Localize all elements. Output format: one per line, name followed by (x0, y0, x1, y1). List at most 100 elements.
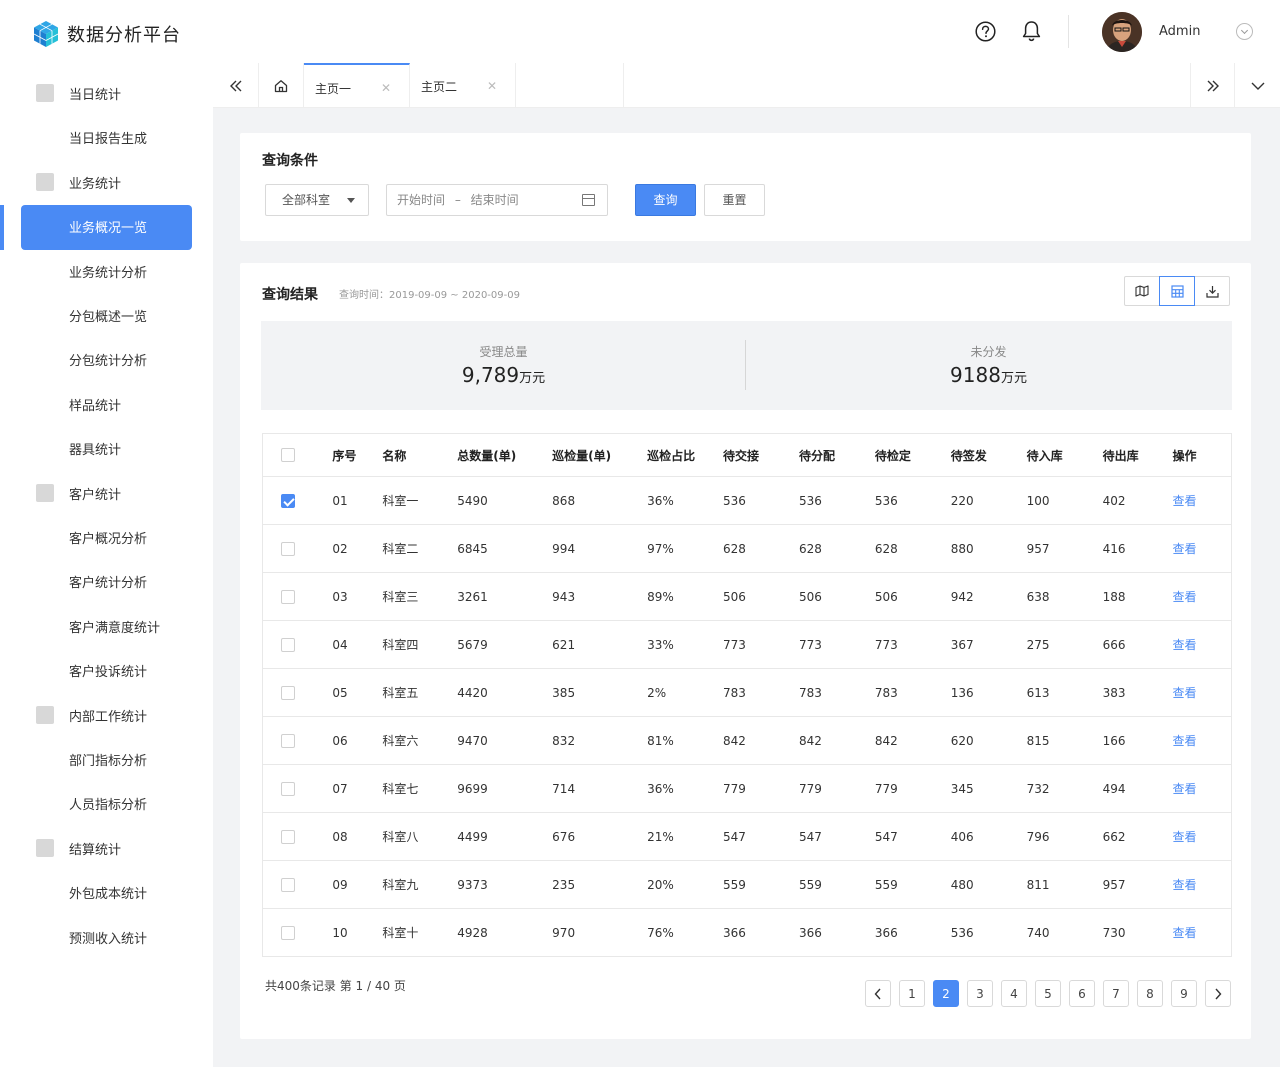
table-row: 04 科室四 5679 621 33% 773 773 773 367 275 666 查看 (262, 620, 1232, 669)
help-icon[interactable] (975, 21, 996, 42)
date-range-picker[interactable]: 开始时间 – 结束时间 (386, 184, 608, 216)
sidebar-item[interactable]: 业务概况一览 (0, 204, 213, 248)
row-checkbox[interactable] (281, 829, 295, 844)
user-menu-chevron-icon[interactable] (1236, 23, 1253, 40)
view-link[interactable]: 查看 (1172, 590, 1196, 604)
sidebar-item[interactable]: 当日报告生成 (0, 115, 213, 159)
table-cell: 416 (1102, 524, 1173, 573)
scroll-tabs-right-button[interactable] (1190, 63, 1235, 108)
user-name[interactable]: Admin (1159, 24, 1200, 39)
row-checkbox[interactable] (281, 877, 295, 892)
table-cell: 366 (723, 908, 799, 957)
view-link[interactable]: 查看 (1172, 734, 1196, 748)
sidebar-item-label: 部门指标分析 (69, 753, 148, 769)
query-button[interactable]: 查询 (635, 184, 696, 216)
next-page-button[interactable] (1205, 980, 1231, 1007)
collapse-sidebar-button[interactable] (213, 63, 259, 108)
prev-page-button[interactable] (865, 980, 891, 1007)
table-cell: 559 (798, 860, 875, 909)
table-view-button[interactable] (1159, 276, 1195, 306)
sidebar-item[interactable]: 外包成本统计 (0, 870, 213, 914)
select-all-checkbox[interactable] (281, 448, 295, 463)
date-end-input[interactable]: 结束时间 (471, 193, 519, 207)
sidebar-item[interactable]: 内部工作统计 (0, 693, 213, 737)
cube-logo-icon (33, 21, 59, 47)
close-icon[interactable]: ✕ (381, 81, 391, 95)
page-button[interactable]: 5 (1035, 980, 1061, 1007)
row-checkbox[interactable] (281, 685, 295, 700)
view-link[interactable]: 查看 (1172, 638, 1196, 652)
row-checkbox[interactable] (281, 733, 295, 748)
row-action-cell: 查看 (1172, 860, 1232, 909)
page-button[interactable]: 8 (1137, 980, 1163, 1007)
table-row: 03 科室三 3261 943 89% 506 506 506 942 638 188 查看 (262, 572, 1232, 621)
table-row: 07 科室七 9699 714 36% 779 779 779 345 732 494 查看 (262, 764, 1232, 813)
sidebar-item[interactable]: 业务统计分析 (0, 249, 213, 293)
row-checkbox[interactable] (281, 637, 295, 652)
table-cell: 20% (647, 860, 724, 909)
column-header: 名称 (382, 433, 458, 477)
export-button[interactable] (1194, 276, 1230, 306)
page-button[interactable]: 9 (1171, 980, 1197, 1007)
row-checkbox[interactable] (281, 493, 295, 508)
page-button[interactable]: 1 (899, 980, 925, 1007)
sidebar-item[interactable]: 器具统计 (0, 426, 213, 470)
map-view-button[interactable] (1124, 276, 1160, 306)
tab-menu-button[interactable] (1235, 63, 1280, 108)
table-cell: 480 (950, 860, 1027, 909)
table-grid-icon (1170, 284, 1184, 298)
table-cell: 994 (552, 524, 648, 573)
page-button[interactable]: 7 (1103, 980, 1129, 1007)
row-checkbox[interactable] (281, 925, 295, 940)
sidebar-item[interactable]: 结算统计 (0, 826, 213, 870)
table-cell: 796 (1026, 812, 1103, 861)
table-cell: 科室二 (382, 524, 458, 573)
sidebar-item[interactable]: 客户概况分析 (0, 515, 213, 559)
tab-label: 主页一 (315, 82, 352, 96)
page-button[interactable]: 4 (1001, 980, 1027, 1007)
table-row: 01 科室一 5490 868 36% 536 536 536 220 100 402 查看 (262, 476, 1232, 525)
table-cell: 547 (874, 812, 951, 861)
sidebar-item[interactable]: 预测收入统计 (0, 915, 213, 959)
table-cell: 506 (874, 572, 951, 621)
sidebar-item[interactable]: 分包概述一览 (0, 293, 213, 337)
tab-home-2[interactable]: 主页二 ✕ (410, 63, 516, 108)
sidebar-item[interactable]: 客户统计分析 (0, 559, 213, 603)
sidebar-item[interactable]: 客户统计 (0, 471, 213, 515)
sidebar-item[interactable]: 样品统计 (0, 382, 213, 426)
page-button[interactable]: 2 (933, 980, 959, 1007)
notification-bell-icon[interactable] (1021, 20, 1042, 42)
view-link[interactable]: 查看 (1172, 782, 1196, 796)
tab-home-1[interactable]: 主页一 ✕ (304, 63, 410, 108)
row-checkbox[interactable] (281, 541, 295, 556)
home-tab[interactable] (259, 63, 304, 108)
sidebar-item[interactable]: 客户投诉统计 (0, 648, 213, 692)
view-link[interactable]: 查看 (1172, 926, 1196, 940)
query-title: 查询条件 (262, 153, 318, 169)
table-cell: 385 (552, 668, 648, 717)
view-link[interactable]: 查看 (1172, 878, 1196, 892)
sidebar-item[interactable]: 客户满意度统计 (0, 604, 213, 648)
date-start-input[interactable]: 开始时间 (397, 193, 445, 207)
row-checkbox[interactable] (281, 589, 295, 604)
reset-button[interactable]: 重置 (704, 184, 765, 216)
calendar-icon[interactable] (582, 194, 595, 206)
page-button[interactable]: 3 (967, 980, 993, 1007)
view-link[interactable]: 查看 (1172, 830, 1196, 844)
view-link[interactable]: 查看 (1172, 686, 1196, 700)
department-select[interactable]: 全部科室 (265, 184, 369, 216)
close-icon[interactable]: ✕ (487, 79, 497, 93)
sidebar-item[interactable]: 部门指标分析 (0, 737, 213, 781)
view-link[interactable]: 查看 (1172, 542, 1196, 556)
sidebar-item[interactable]: 当日统计 (0, 71, 213, 115)
sidebar-item[interactable]: 人员指标分析 (0, 781, 213, 825)
sidebar-item[interactable]: 分包统计分析 (0, 337, 213, 381)
row-action-cell: 查看 (1172, 908, 1232, 957)
user-avatar[interactable] (1102, 12, 1142, 52)
page-button[interactable]: 6 (1069, 980, 1095, 1007)
view-link[interactable]: 查看 (1172, 494, 1196, 508)
sidebar-item[interactable]: 业务统计 (0, 160, 213, 204)
row-checkbox[interactable] (281, 781, 295, 796)
table-cell: 621 (552, 620, 648, 669)
table-row: 05 科室五 4420 385 2% 783 783 783 136 613 383 查看 (262, 668, 1232, 717)
